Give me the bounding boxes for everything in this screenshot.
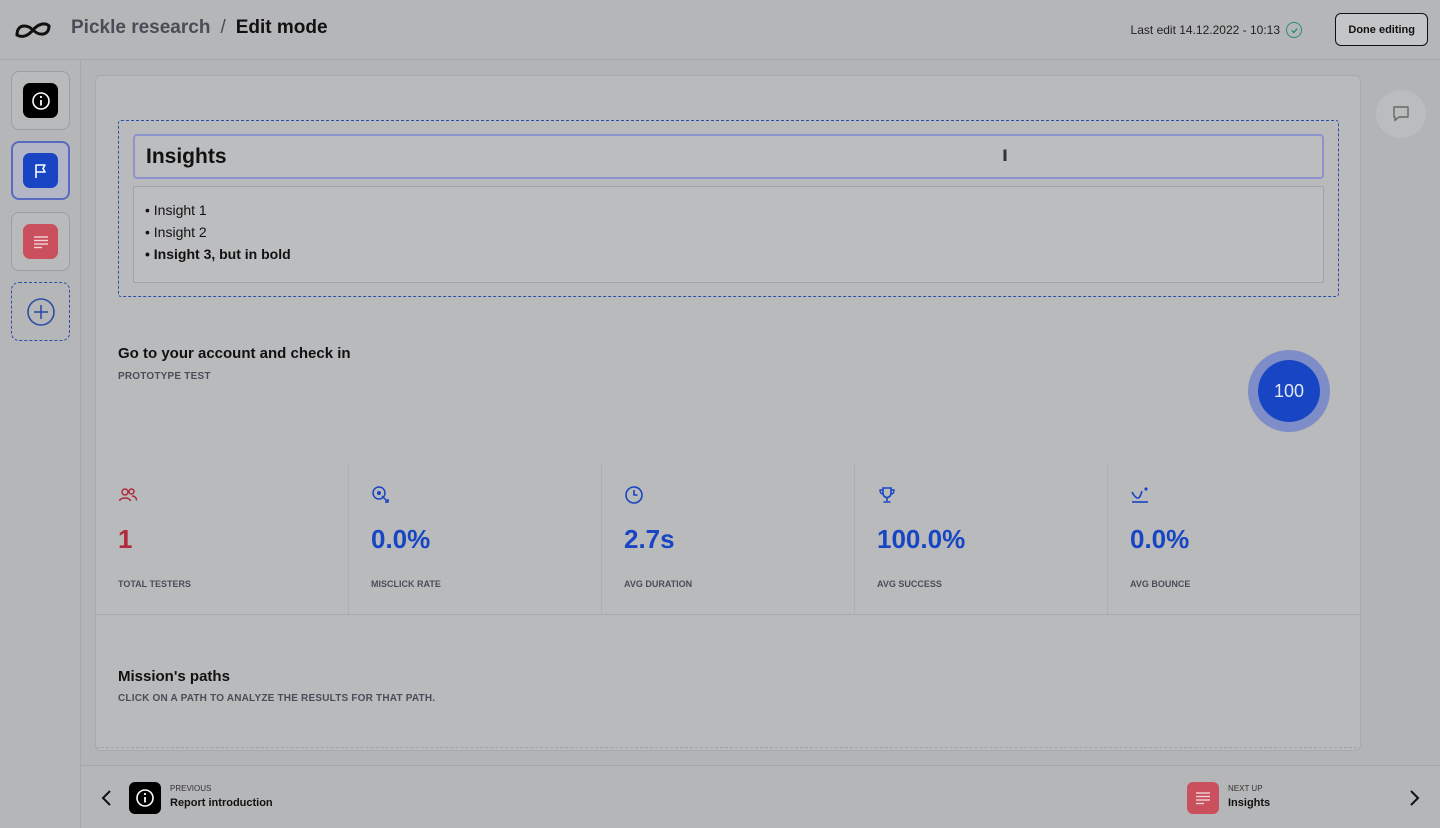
stat-label: MISCLICK RATE [371, 579, 441, 589]
comment-button[interactable] [1376, 90, 1426, 138]
misclick-icon [372, 486, 389, 503]
text-lines-icon [23, 224, 58, 259]
next-caption: NEXT UP [1228, 784, 1263, 793]
text-block-editor[interactable]: Insights I • Insight 1 • Insight 2 • Ins… [118, 120, 1339, 297]
block-title-input[interactable]: Insights I [133, 134, 1324, 179]
stat-avg-duration: 2.7s AVG DURATION [602, 463, 855, 614]
task-type: PROTOTYPE TEST [118, 371, 211, 382]
stat-value: 2.7s [624, 524, 675, 554]
done-editing-button[interactable]: Done editing [1335, 13, 1428, 46]
score-value: 100 [1258, 360, 1320, 422]
sidebar-item-insights[interactable] [11, 212, 70, 271]
usability-score: 100 [1248, 350, 1330, 432]
block-body-editor[interactable]: • Insight 1 • Insight 2 • Insight 3, but… [133, 186, 1324, 283]
next-slide-link[interactable]: Insights [1228, 797, 1270, 809]
bullet-item: • Insight 3, but in bold [145, 246, 291, 262]
task-title: Go to your account and check in [118, 345, 351, 362]
bullet-item: • Insight 2 [145, 224, 207, 240]
stat-value: 0.0% [371, 524, 431, 554]
stat-label: AVG DURATION [624, 579, 693, 589]
text-lines-icon [1196, 792, 1210, 805]
sidebar-item-mission[interactable] [11, 141, 70, 200]
last-edit-status: Last edit 14.12.2022 - 10:13 [1131, 22, 1302, 38]
info-icon [136, 789, 154, 807]
block-title-text: Insights [146, 144, 227, 168]
add-slide-button[interactable] [11, 282, 70, 341]
stat-avg-success: 100.0% AVG SUCCESS [855, 463, 1108, 614]
stat-label: AVG BOUNCE [1130, 579, 1191, 589]
chevron-right-icon[interactable] [1404, 788, 1424, 808]
check-circle-icon [1286, 22, 1302, 38]
trophy-icon [879, 487, 895, 503]
stat-value: 1 [118, 524, 133, 554]
previous-slide-thumbnail[interactable] [129, 782, 161, 814]
top-bar: Pickle research / Edit mode Last edit 14… [0, 0, 1440, 60]
chat-bubble-icon [1393, 106, 1409, 122]
bullet-item: • Insight 1 [145, 202, 207, 218]
breadcrumb: Pickle research / Edit mode [71, 17, 328, 39]
breadcrumb-project[interactable]: Pickle research [71, 17, 210, 39]
clock-icon [625, 486, 643, 504]
bounce-icon [1131, 487, 1148, 503]
section-divider [96, 747, 1360, 748]
paths-section-title: Mission's paths [118, 668, 230, 685]
stat-avg-bounce: 0.0% AVG BOUNCE [1108, 463, 1360, 614]
paths-section-subtitle: CLICK ON A PATH TO ANALYZE THE RESULTS F… [118, 693, 436, 704]
stat-misclick-rate: 0.0% MISCLICK RATE [349, 463, 602, 614]
logo-icon[interactable] [14, 18, 52, 42]
stat-value: 100.0% [877, 524, 966, 554]
chevron-left-icon[interactable] [97, 788, 117, 808]
slide-canvas: Insights I • Insight 1 • Insight 2 • Ins… [95, 75, 1361, 751]
info-icon [23, 83, 58, 118]
sidebar-item-introduction[interactable] [11, 71, 70, 130]
last-edit-text: Last edit 14.12.2022 - 10:13 [1130, 23, 1280, 37]
breadcrumb-separator: / [220, 17, 226, 38]
stat-total-testers: 1 TOTAL TESTERS [96, 463, 349, 614]
text-cursor-icon: I [1002, 146, 1008, 165]
stat-label: AVG SUCCESS [877, 579, 942, 589]
previous-slide-link[interactable]: Report introduction [170, 797, 273, 809]
previous-caption: PREVIOUS [170, 784, 212, 793]
stat-label: TOTAL TESTERS [118, 579, 192, 589]
plus-circle-icon [26, 297, 55, 326]
slide-navigation-bar: PREVIOUS Report introduction NEXT UP Ins… [81, 765, 1440, 828]
stats-row: 1 TOTAL TESTERS 0.0% MISCLICK RATE 2.7s … [96, 463, 1360, 615]
stat-value: 0.0% [1130, 524, 1190, 554]
flag-icon [23, 153, 58, 188]
users-icon [118, 488, 138, 502]
next-slide-thumbnail[interactable] [1187, 782, 1219, 814]
breadcrumb-current: Edit mode [235, 17, 328, 38]
slide-sidebar [0, 60, 81, 828]
